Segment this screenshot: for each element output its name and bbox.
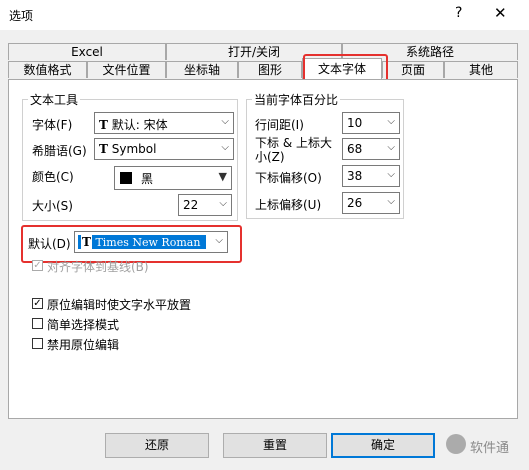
chevron-down-icon: ⌵ (387, 116, 395, 127)
title-bar (0, 0, 529, 30)
window-title: 选项 (9, 9, 34, 23)
line-spacing-value: 10 (347, 116, 363, 130)
size-combo[interactable]: 22 ⌵ (178, 194, 232, 216)
tab-row-bottom: 数值格式 文件位置 坐标轴 图形 文本字体 页面 其他 (8, 58, 518, 79)
simple-select-checkbox[interactable] (32, 318, 43, 329)
chevron-down-icon: ⌵ (221, 116, 229, 127)
chevron-down-icon: ⌵ (221, 142, 229, 153)
font-value: 默认: 宋体 (111, 118, 168, 132)
font-combo[interactable]: T 默认: 宋体 ⌵ (94, 112, 234, 134)
sub-offset-label: 下标偏移(O) (255, 171, 322, 185)
tab-excel[interactable]: Excel (8, 43, 166, 60)
line-spacing-combo[interactable]: 10 ⌵ (342, 112, 400, 134)
color-value: 黑 (141, 172, 154, 186)
sub-offset-combo[interactable]: 38 ⌵ (342, 165, 400, 187)
subsup-value: 68 (347, 142, 363, 156)
tab-page[interactable]: 页面 (382, 61, 444, 78)
triangle-down-icon: ▼ (218, 170, 227, 183)
subsup-combo[interactable]: 68 ⌵ (342, 138, 400, 160)
color-combo[interactable]: 黑 ▼ (114, 166, 232, 190)
tab-other[interactable]: 其他 (444, 61, 518, 78)
align-baseline-label: 对齐字体到基线(B) (47, 260, 149, 274)
subsup-label: 下标 & 上标大小(Z) (255, 136, 332, 164)
reset-button[interactable]: 还原 (105, 433, 209, 458)
greek-label: 希腊语(G) (32, 144, 87, 158)
redo-button[interactable]: 重置 (223, 433, 327, 458)
text-tools-legend: 文本工具 (28, 91, 81, 108)
sup-offset-value: 26 (347, 196, 363, 210)
tab-row-top: Excel 打开/关闭 系统路径 (8, 43, 518, 60)
disable-inplace-label: 禁用原位编辑 (47, 338, 120, 352)
sup-offset-label: 上标偏移(U) (255, 198, 322, 212)
tab-number-format[interactable]: 数值格式 (8, 61, 87, 78)
help-button[interactable]: ? (455, 5, 462, 21)
wechat-icon (446, 434, 466, 454)
chevron-down-icon: ⌵ (219, 198, 227, 209)
font-percent-legend: 当前字体百分比 (252, 91, 341, 108)
simple-select-label: 简单选择模式 (47, 318, 120, 332)
chevron-down-icon: ⌵ (387, 142, 395, 153)
watermark-text: 软件通 (470, 441, 510, 456)
truetype-icon: T (99, 118, 108, 132)
color-label: 颜色(C) (32, 170, 74, 184)
chevron-down-icon: ⌵ (387, 196, 395, 207)
sup-offset-combo[interactable]: 26 ⌵ (342, 192, 400, 214)
sub-offset-value: 38 (347, 169, 363, 183)
size-label: 大小(S) (32, 199, 73, 213)
size-value: 22 (183, 198, 199, 212)
line-spacing-label: 行间距(I) (255, 118, 304, 132)
close-button[interactable]: ✕ (494, 4, 507, 22)
greek-value: Symbol (111, 142, 157, 156)
horizontal-text-checkbox[interactable]: ✓ (32, 298, 43, 309)
font-label: 字体(F) (32, 118, 73, 132)
color-swatch (120, 172, 132, 184)
truetype-icon: T (99, 142, 108, 156)
disable-inplace-checkbox[interactable] (32, 338, 43, 349)
tab-axis[interactable]: 坐标轴 (166, 61, 238, 78)
greek-combo[interactable]: T Symbol ⌵ (94, 138, 234, 160)
align-baseline-checkbox[interactable]: ✓ (32, 260, 43, 271)
ok-button[interactable]: 确定 (331, 433, 435, 458)
chevron-down-icon: ⌵ (387, 169, 395, 180)
tab-file-location[interactable]: 文件位置 (87, 61, 166, 78)
horizontal-text-label: 原位编辑时使文字水平放置 (47, 298, 192, 312)
tab-graph[interactable]: 图形 (238, 61, 302, 78)
